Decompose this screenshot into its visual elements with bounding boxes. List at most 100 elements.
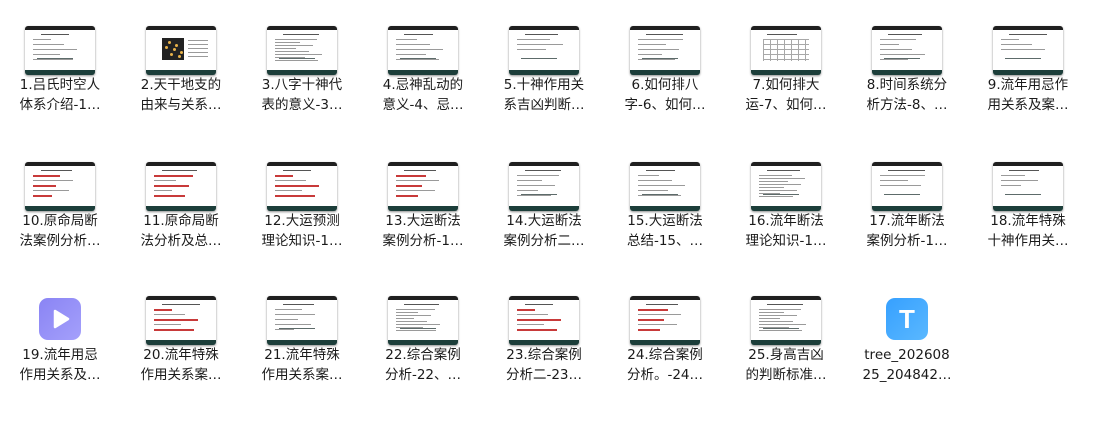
slide-thumbnail-icon[interactable] xyxy=(146,296,216,345)
file-name-line-1: 4.忌神乱动的 xyxy=(382,77,464,93)
file-item[interactable]: 13.大运断法 案例分析-1… xyxy=(363,136,483,271)
slide-thumbnail-icon[interactable] xyxy=(509,162,579,211)
file-item[interactable]: 20.流年特殊 作用关系案… xyxy=(121,270,241,405)
slide-thumbnail-icon[interactable] xyxy=(25,26,95,75)
file-name-line-1: 12.大运预测 xyxy=(264,213,340,229)
file-name-line-2: 作用关系案… xyxy=(140,367,222,383)
file-name-line-1: 18.流年特殊 xyxy=(990,213,1066,229)
file-name-line-2: 法案例分析… xyxy=(19,233,101,249)
slide-thumbnail-icon[interactable] xyxy=(751,26,821,75)
file-item[interactable]: 7.如何排大 运-7、如何… xyxy=(726,0,846,135)
file-item[interactable]: 8.时间系统分 析方法-8、… xyxy=(847,0,967,135)
file-name-label: 9.流年用忌作 用关系及案… xyxy=(968,75,1088,115)
file-name-line-2: 析方法-8、… xyxy=(866,97,948,113)
file-name-line-1: 8.时间系统分 xyxy=(866,77,948,93)
file-item[interactable]: 10.原命局断 法案例分析… xyxy=(0,136,120,271)
file-name-line-1: 7.如何排大 xyxy=(752,77,820,93)
video-file-icon[interactable] xyxy=(39,298,81,340)
file-item[interactable]: 1.吕氏时空人 体系介绍-1… xyxy=(0,0,120,135)
file-name-line-2: 案例分析-1… xyxy=(382,233,464,249)
slide-thumbnail-icon[interactable] xyxy=(993,162,1063,211)
file-item[interactable]: 4.忌神乱动的 意义-4、忌… xyxy=(363,0,483,135)
file-name-line-1: 23.综合案例 xyxy=(506,347,582,363)
slide-thumbnail-icon[interactable] xyxy=(872,162,942,211)
file-item[interactable]: 19.流年用忌 作用关系及… xyxy=(0,270,120,405)
slide-thumbnail-icon[interactable] xyxy=(388,296,458,345)
file-item[interactable]: 24.综合案例 分析。-24… xyxy=(605,270,725,405)
file-name-line-1: 13.大运断法 xyxy=(385,213,461,229)
slide-thumbnail-icon[interactable] xyxy=(872,26,942,75)
slide-thumbnail-icon[interactable] xyxy=(630,296,700,345)
slide-thumbnail-icon[interactable] xyxy=(630,26,700,75)
slide-thumbnail-icon[interactable] xyxy=(388,162,458,211)
file-grid: 1.吕氏时空人 体系介绍-1… 2.天干地支的 由来与关系… 3.八字十神代 表的意义-3… xyxy=(0,0,1099,437)
file-name-line-2: 作用关系及… xyxy=(19,367,101,383)
file-name-line-2: 案例分析-1… xyxy=(866,233,948,249)
file-item[interactable]: 9.流年用忌作 用关系及案… xyxy=(968,0,1088,135)
file-name-line-2: 分析-22、… xyxy=(384,367,462,383)
slide-thumbnail-icon[interactable] xyxy=(267,26,337,75)
file-name-label: 1.吕氏时空人 体系介绍-1… xyxy=(0,75,120,115)
slide-thumbnail-icon[interactable] xyxy=(993,26,1063,75)
slide-thumbnail-icon[interactable] xyxy=(146,162,216,211)
slide-thumbnail-icon[interactable] xyxy=(751,296,821,345)
file-name-line-2: 总结-15、… xyxy=(626,233,704,249)
file-name-label: 22.综合案例 分析-22、… xyxy=(363,345,483,385)
file-name-line-1: 11.原命局断 xyxy=(143,213,219,229)
file-name-label: 18.流年特殊 十神作用关… xyxy=(968,211,1088,251)
slide-thumbnail-icon[interactable] xyxy=(388,26,458,75)
file-item[interactable]: 14.大运断法 案例分析二… xyxy=(484,136,604,271)
file-name-line-2: 表的意义-3… xyxy=(261,97,343,113)
file-item[interactable]: 2.天干地支的 由来与关系… xyxy=(121,0,241,135)
file-name-line-1: 24.综合案例 xyxy=(627,347,703,363)
file-name-label: 24.综合案例 分析。-24… xyxy=(605,345,725,385)
file-name-line-1: 6.如何排八 xyxy=(631,77,699,93)
file-name-label: 20.流年特殊 作用关系案… xyxy=(121,345,241,385)
text-document-icon[interactable]: T xyxy=(886,298,928,340)
file-name-line-2: 用关系及案… xyxy=(987,97,1069,113)
file-name-line-1: 2.天干地支的 xyxy=(140,77,222,93)
slide-thumbnail-icon[interactable] xyxy=(509,26,579,75)
slide-thumbnail-icon[interactable] xyxy=(25,162,95,211)
file-name-line-1: 21.流年特殊 xyxy=(264,347,340,363)
file-item[interactable]: Ttree_202608 25_204842… xyxy=(847,270,967,405)
file-name-label: 19.流年用忌 作用关系及… xyxy=(0,345,120,385)
file-item[interactable]: 6.如何排八 字-6、如何… xyxy=(605,0,725,135)
file-name-label: 2.天干地支的 由来与关系… xyxy=(121,75,241,115)
file-item[interactable]: 17.流年断法 案例分析-1… xyxy=(847,136,967,271)
slide-thumbnail-icon[interactable] xyxy=(267,296,337,345)
file-item[interactable]: 15.大运断法 总结-15、… xyxy=(605,136,725,271)
slide-thumbnail-icon[interactable] xyxy=(267,162,337,211)
file-name-line-2: 字-6、如何… xyxy=(624,97,706,113)
file-name-label: 6.如何排八 字-6、如何… xyxy=(605,75,725,115)
file-item[interactable]: 23.综合案例 分析二-23… xyxy=(484,270,604,405)
file-name-label: 17.流年断法 案例分析-1… xyxy=(847,211,967,251)
file-name-line-1: 25.身高吉凶 xyxy=(748,347,824,363)
file-item[interactable]: 3.八字十神代 表的意义-3… xyxy=(242,0,362,135)
slide-thumbnail-icon[interactable] xyxy=(146,26,216,75)
file-item[interactable]: 12.大运预测 理论知识-1… xyxy=(242,136,362,271)
file-item[interactable]: 18.流年特殊 十神作用关… xyxy=(968,136,1088,271)
file-name-line-1: 9.流年用忌作 xyxy=(987,77,1069,93)
file-name-line-1: 1.吕氏时空人 xyxy=(19,77,101,93)
slide-thumbnail-icon[interactable] xyxy=(509,296,579,345)
file-name-label: 5.十神作用关 系吉凶判断… xyxy=(484,75,604,115)
file-item[interactable]: 11.原命局断 法分析及总… xyxy=(121,136,241,271)
slide-thumbnail-icon[interactable] xyxy=(751,162,821,211)
slide-thumbnail-icon[interactable] xyxy=(630,162,700,211)
file-name-line-1: tree_202608 xyxy=(864,347,950,363)
file-name-label: 12.大运预测 理论知识-1… xyxy=(242,211,362,251)
file-name-line-2: 的判断标准… xyxy=(745,367,827,383)
file-name-line-2: 案例分析二… xyxy=(503,233,585,249)
file-name-line-2: 分析。-24… xyxy=(626,367,704,383)
file-item[interactable]: 25.身高吉凶 的判断标准… xyxy=(726,270,846,405)
file-name-line-2: 十神作用关… xyxy=(987,233,1069,249)
file-name-label: 25.身高吉凶 的判断标准… xyxy=(726,345,846,385)
file-item[interactable]: 21.流年特殊 作用关系案… xyxy=(242,270,362,405)
file-name-label: 21.流年特殊 作用关系案… xyxy=(242,345,362,385)
file-item[interactable]: 5.十神作用关 系吉凶判断… xyxy=(484,0,604,135)
file-item[interactable]: 16.流年断法 理论知识-1… xyxy=(726,136,846,271)
file-name-label: 7.如何排大 运-7、如何… xyxy=(726,75,846,115)
file-item[interactable]: 22.综合案例 分析-22、… xyxy=(363,270,483,405)
file-name-line-2: 作用关系案… xyxy=(261,367,343,383)
